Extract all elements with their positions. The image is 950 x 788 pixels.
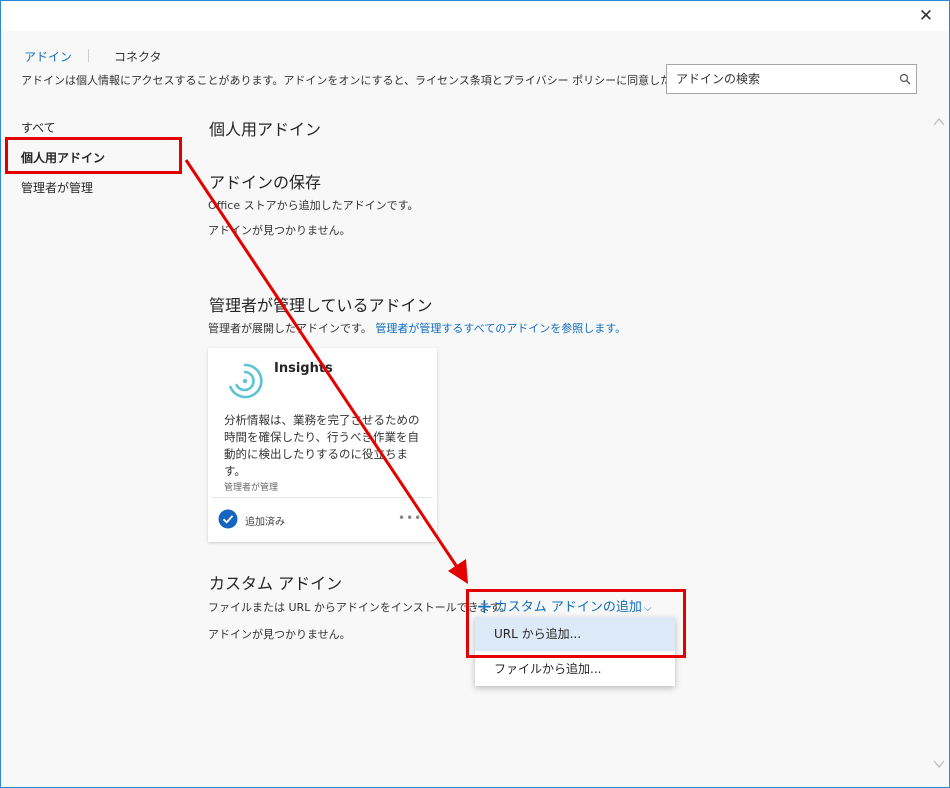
add-custom-addin-label: カスタム アドインの追加 [494,600,642,615]
custom-addins-empty: アドインが見つかりません。 [208,628,351,641]
addin-status: 追加済み [245,517,285,528]
plus-icon: + [476,594,493,618]
insights-logo-icon [229,363,263,399]
addin-description: 分析情報は、業務を完了させるための時間を確保したり、行うべき作業を自動的に検出し… [224,413,420,478]
admin-addins-link[interactable]: 管理者が管理するすべてのアドインを参照します。 [375,322,626,335]
checkmark-icon [218,509,238,529]
admin-addins-description: 管理者が展開したアドインです。 [208,322,372,335]
addin-managed-label: 管理者が管理 [224,483,279,493]
scroll-up-icon[interactable] [931,115,947,129]
admin-addins-description-line: 管理者が展開したアドインです。 管理者が管理するすべてのアドインを参照します。 [208,320,626,336]
search-input[interactable] [676,70,886,88]
scroll-down-icon[interactable] [931,757,947,771]
custom-addins-heading: カスタム アドイン [209,574,343,593]
tab-divider [88,49,89,62]
sidebar-item-all[interactable]: すべて [21,119,56,136]
card-divider [212,497,433,498]
close-button[interactable]: ✕ [913,5,939,27]
more-options-button[interactable]: ••• [398,511,422,525]
tab-connectors[interactable]: コネクタ [114,48,162,65]
add-custom-addin-button[interactable]: + カスタム アドインの追加 ⌵ [476,594,652,618]
addin-card-insights[interactable]: Insights 分析情報は、業務を完了させるための時間を確保したり、行うべき作… [208,348,437,542]
addin-name: Insights [274,361,333,376]
search-box[interactable] [666,64,917,94]
tab-addins[interactable]: アドイン [24,48,72,65]
menu-item-add-from-url[interactable]: URL から追加... [475,617,675,651]
saved-addins-description: Office ストアから追加したアドインです。 [208,199,419,212]
add-custom-addin-menu: URL から追加... ファイルから追加... [475,617,675,686]
page-title: 個人用アドイン [209,120,322,139]
sidebar-item-my-addins[interactable]: 個人用アドイン [21,149,105,166]
chevron-down-icon: ⌵ [643,603,652,614]
menu-item-add-from-file[interactable]: ファイルから追加... [475,652,675,686]
custom-addins-description: ファイルまたは URL からアドインをインストールできます。 [208,601,511,614]
admin-addins-heading: 管理者が管理しているアドイン [209,296,433,315]
title-bar: ✕ [1,1,949,31]
saved-addins-empty: アドインが見つかりません。 [208,224,351,237]
privacy-disclaimer: アドインは個人情報にアクセスすることがあります。アドインをオンにすると、ライセン… [21,74,758,87]
search-icon[interactable] [899,73,911,85]
sidebar-item-admin-managed[interactable]: 管理者が管理 [21,179,93,196]
saved-addins-heading: アドインの保存 [209,173,322,192]
